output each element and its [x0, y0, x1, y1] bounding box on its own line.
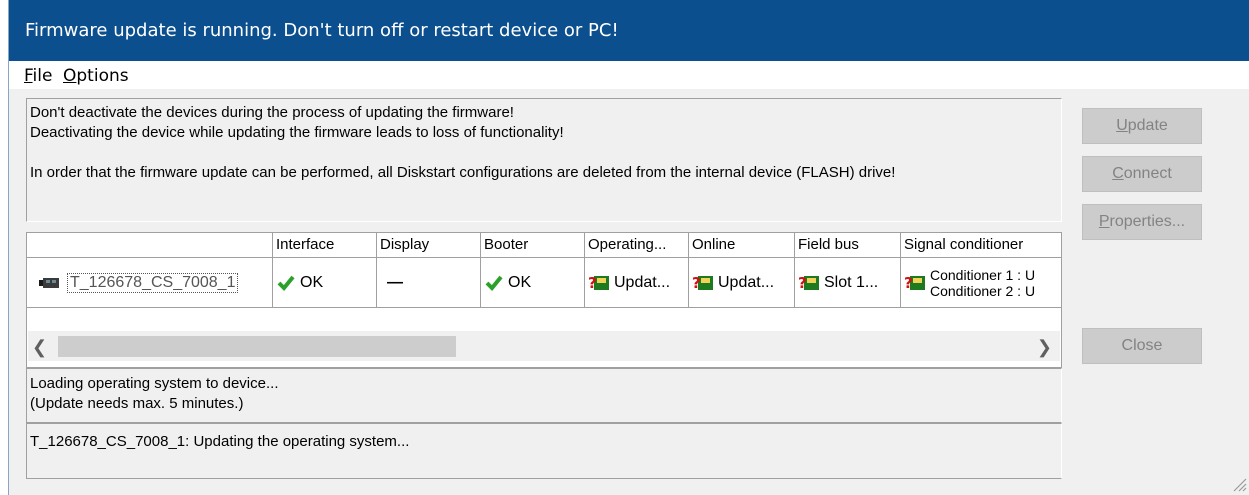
menu-file-label: ile — [32, 66, 53, 86]
header-device[interactable] — [27, 233, 273, 258]
update-warning-icon: ? — [904, 274, 925, 292]
conditioner-1: Conditioner 1 : U — [930, 266, 1036, 283]
scroll-right-icon[interactable]: ❯ — [1037, 337, 1052, 358]
header-interface[interactable]: Interface — [273, 233, 377, 258]
update-button-accel: U — [1116, 117, 1128, 134]
properties-button-label: roperties... — [1109, 213, 1186, 230]
window-title: Firmware update is running. Don't turn o… — [25, 20, 619, 41]
properties-button-accel: P — [1098, 213, 1110, 230]
cell-booter: OK — [481, 258, 585, 308]
online-status: Updat... — [718, 273, 775, 291]
properties-button[interactable]: Properties... — [1082, 204, 1202, 240]
cell-online: ? Updat... — [689, 258, 795, 308]
info-line-2: Deactivating the device while updating t… — [30, 124, 564, 141]
cell-signal-conditioner: ? Conditioner 1 : U Conditioner 2 : U — [901, 258, 1061, 308]
svg-text:?: ? — [588, 274, 597, 292]
log-box: T_126678_CS_7008_1: Updating the operati… — [26, 423, 1062, 479]
menu-bar: File Options — [9, 61, 1249, 89]
header-operating[interactable]: Operating... — [585, 233, 689, 258]
firmware-update-window: Firmware update is running. Don't turn o… — [8, 0, 1249, 495]
menu-file[interactable]: File — [24, 66, 52, 86]
connect-button-accel: C — [1112, 165, 1124, 182]
device-name[interactable]: T_126678_CS_7008_1 — [67, 272, 239, 293]
resize-grip-icon[interactable] — [1231, 476, 1247, 492]
table-row-device[interactable]: T_126678_CS_7008_1 — [27, 258, 273, 308]
scrollbar-thumb[interactable] — [58, 336, 456, 357]
header-display[interactable]: Display — [377, 233, 481, 258]
interface-status: OK — [300, 273, 324, 291]
conditioner-list: Conditioner 1 : U Conditioner 2 : U — [930, 267, 1035, 299]
update-warning-icon: ? — [588, 274, 609, 292]
status-line-1: Loading operating system to device... — [30, 375, 279, 392]
menu-options[interactable]: Options — [63, 66, 129, 86]
scroll-left-icon[interactable]: ❮ — [32, 337, 47, 358]
menu-file-accel: F — [24, 66, 33, 86]
check-icon — [277, 275, 295, 291]
cell-operating: ? Updat... — [585, 258, 689, 308]
header-booter[interactable]: Booter — [481, 233, 585, 258]
booter-status: OK — [508, 273, 532, 291]
progress-status-box: Loading operating system to device... (U… — [26, 368, 1062, 423]
cell-fieldbus: ? Slot 1... — [795, 258, 901, 308]
display-status: — — [387, 273, 403, 291]
check-icon — [485, 275, 503, 291]
svg-text:?: ? — [798, 274, 807, 292]
header-online[interactable]: Online — [689, 233, 795, 258]
conditioner-2: Conditioner 2 : U — [930, 282, 1036, 299]
close-button[interactable]: Close — [1082, 328, 1202, 364]
operating-status: Updat... — [614, 273, 671, 291]
fieldbus-status: Slot 1... — [824, 273, 879, 291]
svg-text:?: ? — [692, 274, 701, 292]
update-warning-icon: ? — [798, 274, 819, 292]
connect-button[interactable]: Connect — [1082, 156, 1202, 192]
device-table: Interface Display Booter Operating... On… — [26, 232, 1062, 368]
info-line-3: In order that the firmware update can be… — [30, 164, 896, 181]
menu-options-accel: O — [63, 66, 77, 86]
svg-text:?: ? — [904, 274, 913, 292]
menu-options-label: ptions — [76, 66, 129, 86]
header-signal-conditioner[interactable]: Signal conditioner — [901, 233, 1061, 258]
device-icon — [39, 277, 59, 288]
update-warning-icon: ? — [692, 274, 713, 292]
title-bar[interactable]: Firmware update is running. Don't turn o… — [9, 0, 1249, 61]
warning-info-box: Don't deactivate the devices during the … — [26, 98, 1062, 222]
cell-display: — — [377, 258, 481, 308]
update-button[interactable]: Update — [1082, 108, 1202, 144]
status-line-2: (Update needs max. 5 minutes.) — [30, 395, 244, 412]
header-fieldbus[interactable]: Field bus — [795, 233, 901, 258]
info-line-1: Don't deactivate the devices during the … — [30, 104, 514, 121]
horizontal-scrollbar[interactable]: ❮ ❯ — [28, 331, 1060, 361]
log-line: T_126678_CS_7008_1: Updating the operati… — [30, 433, 410, 450]
connect-button-label: onnect — [1123, 165, 1172, 182]
update-button-label: pdate — [1127, 117, 1168, 134]
cell-interface: OK — [273, 258, 377, 308]
